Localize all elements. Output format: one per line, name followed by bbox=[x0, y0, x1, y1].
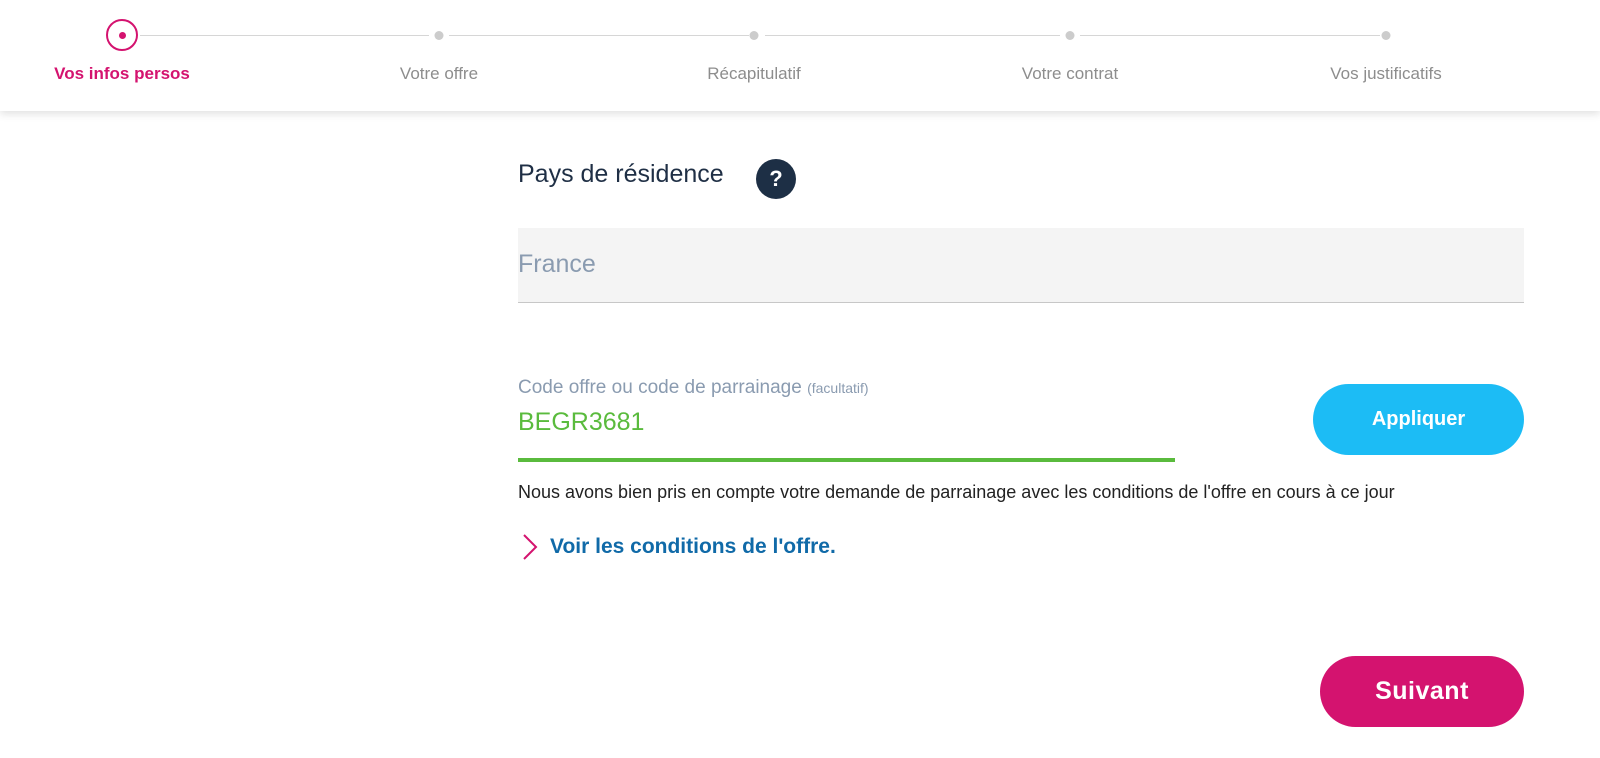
step-label: Votre contrat bbox=[1021, 64, 1119, 83]
step-votre-offre[interactable]: Votre offre bbox=[289, 0, 589, 111]
step-label: Récapitulatif bbox=[707, 64, 801, 83]
country-field: France bbox=[518, 228, 1524, 303]
question-mark-icon[interactable]: ? bbox=[756, 159, 796, 199]
active-step-indicator bbox=[106, 19, 138, 51]
progress-stepper: Vos infos persos Votre offre Récapitulat… bbox=[0, 0, 1600, 111]
step-label: Vos justificatifs bbox=[1330, 64, 1442, 83]
step-recapitulatif[interactable]: Récapitulatif bbox=[604, 0, 904, 111]
step-vos-infos-persos[interactable]: Vos infos persos bbox=[0, 0, 272, 111]
country-value: France bbox=[518, 250, 596, 278]
optional-note: (facultatif) bbox=[807, 380, 869, 396]
promo-code-label: Code offre ou code de parrainage (facult… bbox=[518, 377, 869, 399]
step-dot bbox=[1381, 31, 1391, 40]
step-dot bbox=[749, 31, 759, 40]
next-button[interactable]: Suivant bbox=[1320, 656, 1524, 727]
view-offer-conditions-link[interactable]: Voir les conditions de l'offre. bbox=[518, 530, 836, 564]
step-label: Votre offre bbox=[399, 64, 479, 83]
apply-button[interactable]: Appliquer bbox=[1313, 384, 1524, 455]
step-dot bbox=[434, 31, 444, 40]
referral-confirmation-text: Nous avons bien pris en compte votre dem… bbox=[518, 482, 1395, 502]
step-votre-contrat[interactable]: Votre contrat bbox=[920, 0, 1220, 111]
chevron-right-icon bbox=[523, 534, 538, 560]
country-title: Pays de résidence bbox=[518, 160, 724, 188]
step-dot bbox=[1065, 31, 1075, 40]
step-label: Vos infos persos bbox=[54, 64, 190, 83]
step-vos-justificatifs[interactable]: Vos justificatifs bbox=[1236, 0, 1536, 111]
help-symbol: ? bbox=[769, 166, 783, 191]
promo-code-label-text: Code offre ou code de parrainage bbox=[518, 377, 802, 398]
promo-code-input[interactable] bbox=[518, 406, 1175, 462]
conditions-link-label: Voir les conditions de l'offre. bbox=[550, 535, 836, 558]
